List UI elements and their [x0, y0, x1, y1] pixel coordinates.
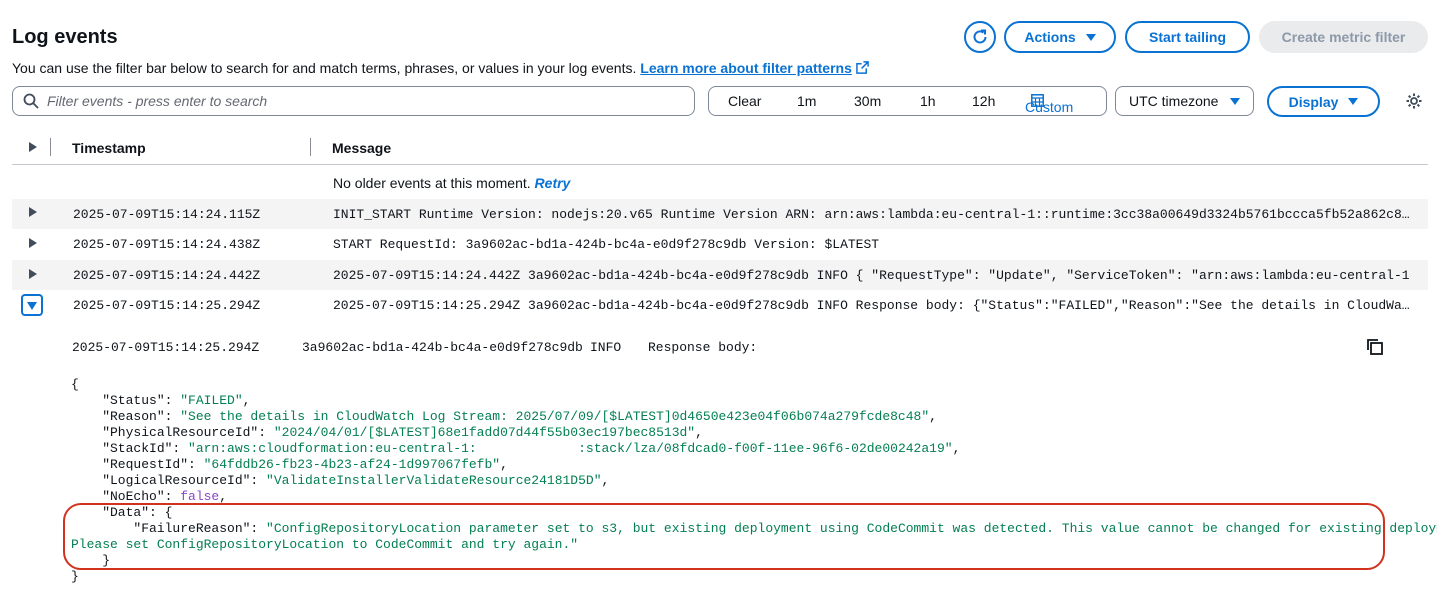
expand-row-icon[interactable]: [29, 238, 37, 248]
filter-events-input[interactable]: [47, 93, 667, 109]
json-open-brace: {: [71, 377, 79, 392]
caret-down-icon: [1230, 97, 1241, 105]
timezone-label: UTC timezone: [1129, 93, 1219, 109]
table-header: Timestamp Message: [12, 131, 1428, 165]
start-tailing-button[interactable]: Start tailing: [1125, 21, 1250, 53]
log-row[interactable]: 2025-07-09T15:14:24.115Z INIT_START Runt…: [12, 199, 1428, 229]
json-value: false: [180, 489, 220, 504]
retry-link[interactable]: Retry: [535, 175, 571, 191]
row-message: START RequestId: 3a9602ac-bd1a-424b-bc4a…: [333, 237, 880, 252]
json-value: "64fddb26-fb23-4b23-af24-1d997067fefb": [203, 457, 501, 472]
clear-range-button[interactable]: Clear: [728, 93, 761, 109]
custom-label: Custom: [1025, 99, 1074, 115]
detail-timestamp: 2025-07-09T15:14:25.294Z: [72, 340, 260, 355]
chevron-down-icon: [27, 302, 37, 310]
column-divider: [50, 138, 51, 156]
log-row[interactable]: 2025-07-09T15:14:24.438Z START RequestId…: [12, 229, 1428, 259]
no-older-text: No older events at this moment.: [333, 175, 531, 191]
display-button[interactable]: Display: [1267, 86, 1380, 117]
detail-request-id: 3a9602ac-bd1a-424b-bc4a-e0d9f278c9db: [302, 340, 583, 355]
row-timestamp: 2025-07-09T15:14:25.294Z: [73, 298, 261, 313]
time-range-selector: Clear 1m 30m 1h 12h Custom: [708, 86, 1107, 116]
caret-down-icon: [1085, 33, 1096, 41]
json-line-status: "Status": "FAILED",: [71, 393, 251, 408]
log-row[interactable]: 2025-07-09T15:14:24.442Z 2025-07-09T15:1…: [12, 260, 1428, 290]
collapse-row-button[interactable]: [21, 294, 43, 316]
learn-more-link[interactable]: Learn more about filter patterns: [640, 60, 869, 76]
search-icon: [23, 93, 39, 109]
row-message: 2025-07-09T15:14:25.294Z 3a9602ac-bd1a-4…: [333, 298, 1413, 313]
json-line-logical-resource-id: "LogicalResourceId": "ValidateInstallerV…: [71, 473, 610, 488]
json-line-stack-id: "StackId": "arn:aws:cloudformation:eu-ce…: [71, 441, 961, 456]
range-30m[interactable]: 30m: [854, 93, 881, 109]
expand-row-icon[interactable]: [29, 207, 37, 217]
page-description: You can use the filter bar below to sear…: [12, 60, 869, 76]
json-value: "2024/04/01/[$LATEST]68e1fadd07d44f55b03…: [273, 425, 696, 440]
refresh-button[interactable]: [964, 21, 996, 53]
highlight-annotation: [63, 503, 1385, 570]
expand-row-icon[interactable]: [29, 269, 37, 279]
gear-icon[interactable]: [1405, 92, 1423, 110]
column-header-message[interactable]: Message: [332, 140, 391, 156]
filter-search-box[interactable]: [12, 86, 695, 116]
json-line-request-id: "RequestId": "64fddb26-fb23-4b23-af24-1d…: [71, 457, 508, 472]
detail-level: INFO: [590, 340, 622, 355]
column-resizer[interactable]: [310, 138, 311, 156]
json-value: "arn:aws:cloudformation:eu-central-1: :s…: [188, 441, 953, 456]
create-metric-filter-label: Create metric filter: [1281, 29, 1406, 45]
create-metric-filter-button[interactable]: Create metric filter: [1259, 21, 1428, 53]
range-12h[interactable]: 12h: [972, 93, 995, 109]
actions-button[interactable]: Actions: [1004, 21, 1116, 53]
refresh-icon: [973, 29, 987, 44]
timezone-select[interactable]: UTC timezone: [1115, 86, 1254, 116]
actions-label: Actions: [1024, 29, 1076, 45]
no-older-events-notice: No older events at this moment. Retry: [333, 175, 570, 191]
detail-label: Response body:: [648, 340, 758, 355]
page-title: Log events: [12, 26, 118, 48]
learn-more-text: Learn more about filter patterns: [640, 60, 852, 76]
range-custom[interactable]: Custom: [1025, 93, 1073, 115]
json-value: "FAILED": [180, 393, 243, 408]
copy-icon[interactable]: [1366, 338, 1384, 356]
display-label: Display: [1288, 93, 1339, 110]
description-text: You can use the filter bar below to sear…: [12, 60, 637, 76]
range-1m[interactable]: 1m: [797, 93, 816, 109]
range-1h[interactable]: 1h: [920, 93, 936, 109]
external-link-icon: [856, 61, 869, 74]
row-timestamp: 2025-07-09T15:14:24.438Z: [73, 237, 261, 252]
row-timestamp: 2025-07-09T15:14:24.442Z: [73, 268, 261, 283]
caret-down-icon: [1348, 98, 1359, 105]
json-value: "See the details in CloudWatch Log Strea…: [180, 409, 930, 424]
row-timestamp: 2025-07-09T15:14:24.115Z: [73, 207, 261, 222]
json-close-brace: }: [71, 569, 79, 584]
json-line-physical-resource-id: "PhysicalResourceId": "2024/04/01/[$LATE…: [71, 425, 703, 440]
start-tailing-label: Start tailing: [1148, 29, 1226, 45]
row-message: INIT_START Runtime Version: nodejs:20.v6…: [333, 207, 1413, 222]
row-message: 2025-07-09T15:14:24.442Z 3a9602ac-bd1a-4…: [333, 268, 1410, 283]
column-header-timestamp[interactable]: Timestamp: [72, 140, 146, 156]
log-row-expanded[interactable]: 2025-07-09T15:14:25.294Z 2025-07-09T15:1…: [12, 290, 1428, 320]
expand-all-icon[interactable]: [29, 142, 37, 152]
json-line-reason: "Reason": "See the details in CloudWatch…: [71, 409, 937, 424]
json-value: "ValidateInstallerValidateResource24181D…: [266, 473, 602, 488]
